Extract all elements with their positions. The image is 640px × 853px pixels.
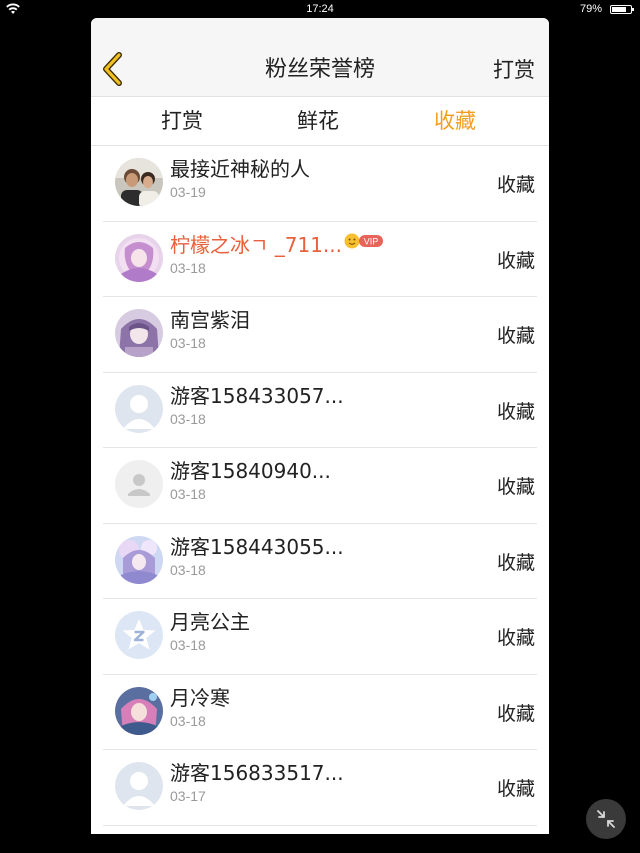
collapse-button[interactable] [586,799,626,839]
default-blue-avatar [115,762,163,810]
vip-badge-text: VIP [364,236,379,246]
list-item[interactable]: 游客156833517... 03-17 收藏 [103,750,537,826]
fan-name: 游客158433057... [170,383,344,408]
fan-date: 03-19 [170,184,206,200]
fan-date: 03-18 [170,561,206,578]
battery-percent: 79% [579,3,602,15]
fan-list: 最接近神秘的人 03-19 收藏 柠檬之冰ㄱ _711... VIP 03-18… [91,146,549,834]
tab-reward[interactable]: 打赏 [132,97,232,145]
favorite-label: 收藏 [496,174,535,196]
default-gray-avatar [115,460,163,508]
fan-name: 游客156833517... [170,761,344,785]
fan-honor-panel: 粉丝荣誉榜 打赏 打赏 鲜花 收藏 最接近神秘的人 03-19 收藏 柠檬之冰ㄱ… [91,18,549,834]
status-time: 17:24 [306,3,334,15]
list-item[interactable]: 游客15840940... 03-18 收藏 [103,448,537,524]
fan-name: 月冷寒 [170,685,230,710]
battery-icon [610,5,634,14]
tab-flowers[interactable]: 鲜花 [268,97,368,145]
list-item[interactable]: 游客158433057... 03-18 收藏 [103,373,537,448]
fan-name-text: 柠檬之冰ㄱ _711... [170,232,343,257]
vip-badge: VIP [344,233,384,248]
status-bar: 17:24 79% [0,0,640,18]
fan-date: 03-18 [170,335,206,351]
list-item[interactable]: 月亮公主 03-18 收藏 [103,599,537,675]
fan-name: 游客158443055... [170,534,344,559]
photo-couple-avatar [115,158,163,206]
fan-date: 03-18 [170,486,206,502]
list-item[interactable]: 月冷寒 03-18 收藏 [103,675,537,750]
favorite-label: 收藏 [496,325,535,347]
anime-pink-avatar [115,233,163,282]
fan-date: 03-18 [170,259,206,276]
fan-name: 柠檬之冰ㄱ _711... VIP [170,232,384,258]
shrink-arrows-icon [597,810,615,828]
anime-fairy-avatar [115,535,163,584]
list-item[interactable]: 柠檬之冰ㄱ _711... VIP 03-18 收藏 [103,222,537,297]
fan-name: 游客15840940... [170,459,331,483]
screen: 17:24 79% 粉丝荣誉榜 打赏 打赏 鲜花 收藏 最接近神秘的人 03-1… [0,0,640,853]
fan-name: 最接近神秘的人 [170,157,310,181]
tab-favorites[interactable]: 收藏 [405,97,505,145]
favorite-label: 收藏 [496,778,535,800]
default-blue-avatar [115,384,163,433]
favorite-label: 收藏 [496,702,535,725]
header: 粉丝荣誉榜 打赏 [91,18,549,97]
fan-date: 03-18 [170,637,206,653]
favorite-label: 收藏 [496,400,535,423]
reward-button[interactable]: 打赏 [493,56,535,84]
fan-name: 南宫紫泪 [170,308,250,332]
fan-date: 03-17 [170,788,206,804]
list-item[interactable]: 南宫紫泪 03-18 收藏 [103,297,537,373]
qq-star-avatar [115,611,163,659]
anime-warrior-avatar [115,686,163,735]
fan-name: 月亮公主 [170,610,250,634]
list-item[interactable]: 游客158443055... 03-18 收藏 [103,524,537,599]
anime-purple-avatar [115,309,163,357]
fan-date: 03-18 [170,712,206,729]
page-title: 粉丝荣誉榜 [264,57,375,82]
list-item-partial [103,826,549,835]
favorite-label: 收藏 [496,249,535,272]
list-item[interactable]: 最接近神秘的人 03-19 收藏 [103,146,537,222]
tab-bar: 打赏 鲜花 收藏 [91,97,549,146]
favorite-label: 收藏 [496,627,535,649]
favorite-label: 收藏 [496,551,535,574]
battery-fill [612,7,626,12]
favorite-label: 收藏 [496,476,535,498]
fan-date: 03-18 [170,410,206,427]
